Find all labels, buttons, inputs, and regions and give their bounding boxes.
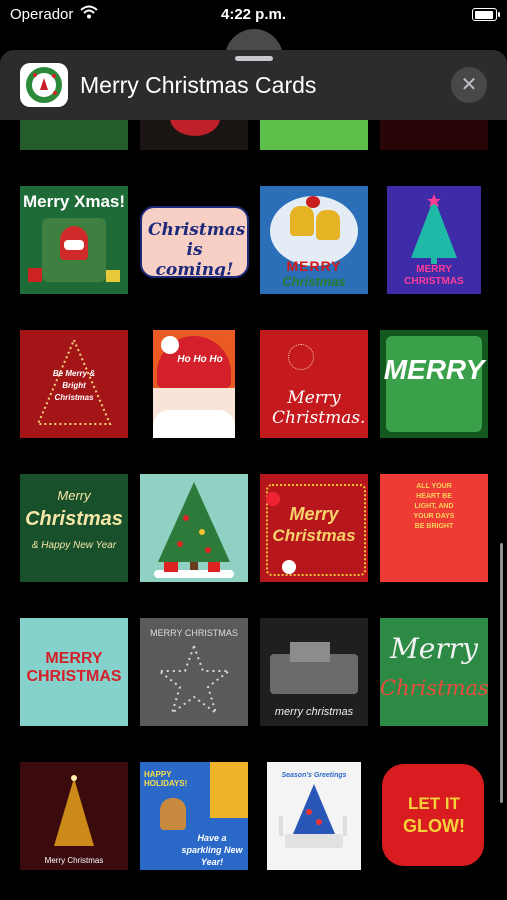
card-text: Christmas bbox=[282, 274, 346, 289]
card-text: Be Merry & Bright Christmas bbox=[52, 369, 96, 402]
card-text: merry christmas bbox=[274, 706, 354, 718]
card[interactable] bbox=[140, 120, 248, 150]
card-text: Merry bbox=[390, 632, 478, 665]
close-icon[interactable]: ✕ bbox=[451, 67, 487, 103]
scrollbar[interactable] bbox=[500, 543, 503, 803]
card[interactable]: Merry Xmas! bbox=[20, 186, 128, 294]
tree-icon bbox=[158, 482, 230, 570]
card-text: MERRY CHRISTMAS bbox=[404, 264, 464, 287]
card[interactable] bbox=[260, 120, 368, 150]
card[interactable]: Christmas is coming! bbox=[140, 206, 249, 278]
wreath-icon bbox=[26, 67, 62, 103]
card-text: Merry Christmas. bbox=[272, 388, 366, 428]
card[interactable] bbox=[140, 474, 248, 582]
card[interactable]: MERRY CHRISTMAS bbox=[387, 186, 481, 294]
card-text: Have a sparkling New Year! bbox=[181, 833, 243, 867]
card[interactable]: MERRY CHRISTMAS bbox=[140, 618, 248, 726]
card-text: CHRISTMAS bbox=[26, 668, 122, 685]
card[interactable]: MERRY bbox=[380, 330, 488, 438]
card-text: Merry bbox=[57, 488, 91, 503]
card[interactable]: MERRY Christmas bbox=[260, 186, 368, 294]
card[interactable]: Merry Christmas & Happy New Year bbox=[20, 474, 128, 582]
card-text: LET IT bbox=[408, 794, 460, 813]
card-text: Christmas bbox=[380, 676, 488, 700]
battery-level bbox=[474, 10, 493, 19]
battery-icon bbox=[472, 8, 500, 21]
card-text: MERRY bbox=[383, 354, 485, 385]
card-text: Merry Christmas bbox=[44, 856, 104, 865]
star-icon bbox=[156, 643, 232, 716]
card[interactable]: Merry Christmas. bbox=[260, 330, 368, 438]
tree-icon bbox=[411, 194, 457, 264]
card-text: GLOW! bbox=[403, 816, 465, 836]
card[interactable] bbox=[20, 120, 128, 150]
card-text: MERRY CHRISTMAS bbox=[150, 628, 238, 638]
sheet-grabber-handle[interactable] bbox=[235, 56, 273, 61]
card[interactable]: MERRY CHRISTMAS bbox=[20, 618, 128, 726]
card-text: Season's Greetings bbox=[281, 772, 347, 779]
card[interactable]: Be Merry & Bright Christmas bbox=[20, 330, 128, 438]
card-text: HAPPY HOLIDAYS! bbox=[144, 770, 188, 788]
card-text: Christmas is coming! bbox=[148, 220, 246, 278]
card-text: All your heart be light, and your days b… bbox=[413, 483, 455, 530]
card[interactable]: Merry Christmas bbox=[260, 474, 368, 582]
clock: 4:22 p.m. bbox=[220, 6, 287, 23]
card[interactable]: HAPPY HOLIDAYS! Have a sparkling New Yea… bbox=[140, 762, 248, 870]
sheet-title: Merry Christmas Cards bbox=[80, 72, 317, 98]
card-text: MERRY bbox=[45, 650, 103, 667]
card[interactable] bbox=[380, 120, 488, 150]
card-text: MERRY bbox=[286, 258, 342, 274]
card-text: Ho Ho Ho bbox=[177, 354, 223, 365]
card-text: Merry bbox=[289, 504, 339, 524]
card[interactable]: LET IT GLOW! bbox=[380, 762, 488, 870]
app-icon bbox=[20, 63, 68, 107]
card-text: Christmas bbox=[25, 508, 123, 530]
tree-icon bbox=[54, 775, 94, 846]
card-text: Merry Xmas! bbox=[22, 192, 126, 211]
card[interactable]: Merry Christmas bbox=[20, 762, 128, 870]
card[interactable]: Ho Ho Ho bbox=[153, 330, 235, 438]
card-text: Christmas bbox=[272, 526, 356, 545]
status-bar: Operador 4:22 p.m. bbox=[0, 0, 507, 30]
card[interactable]: All your heart be light, and your days b… bbox=[380, 474, 488, 582]
tree-icon bbox=[293, 784, 335, 834]
card-grid[interactable]: Merry Xmas! Christmas is coming! MERRY C… bbox=[0, 120, 507, 900]
card[interactable]: Season's Greetings bbox=[267, 762, 361, 870]
card-text: & Happy New Year bbox=[31, 540, 117, 551]
card[interactable]: Merry Christmas bbox=[380, 618, 488, 726]
card[interactable]: merry christmas bbox=[260, 618, 368, 726]
